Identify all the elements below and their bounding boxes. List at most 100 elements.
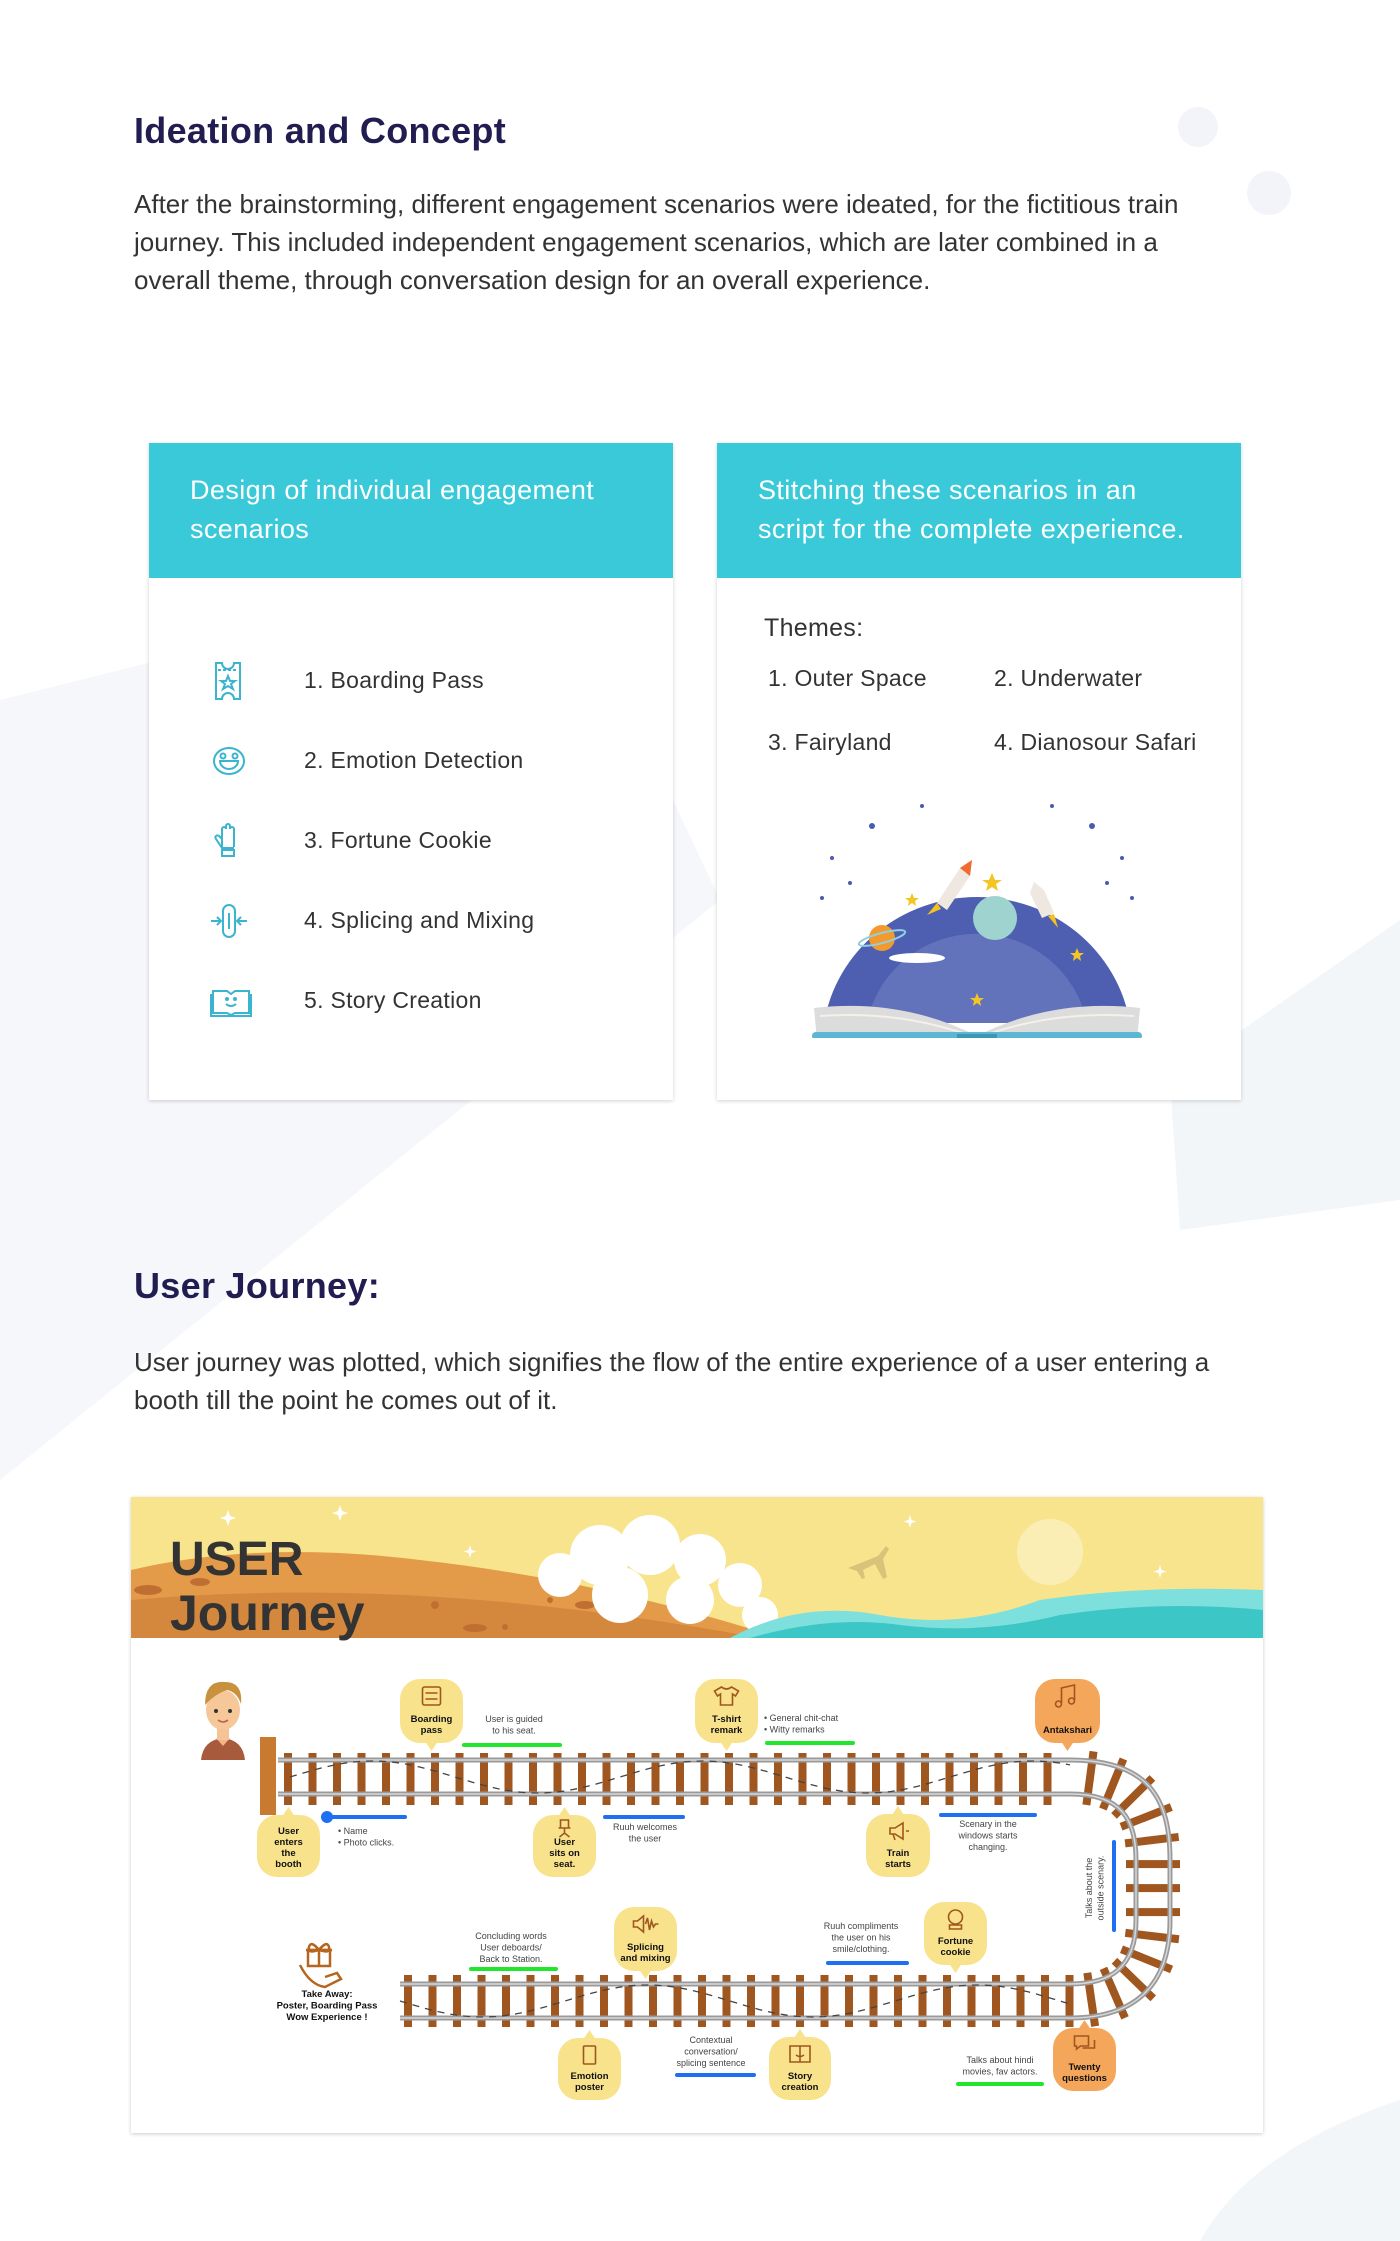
svg-text:Splicingand mixing: Splicing and mixing xyxy=(620,1942,670,1964)
note-line: Talks about the xyxy=(1084,1858,1094,1919)
svg-text:• General chit-chat• Witty rem: • General chit-chat • Witty remarks xyxy=(764,1713,839,1735)
user-avatar xyxy=(201,1681,245,1760)
step-label: Splicing xyxy=(627,1942,664,1953)
svg-text:Concluding wordsUser deboards/: Concluding words User deboards/Back to St… xyxy=(475,1931,547,1964)
step-label: booth xyxy=(275,1859,302,1870)
journey-step-bubble: User sits on seat. xyxy=(533,1807,596,1877)
scenario-label: 5. Story Creation xyxy=(304,987,482,1013)
journey-step-bubble: Splicing and mixing xyxy=(614,1907,677,1979)
journey-note: User is guided to his seat. xyxy=(462,1714,562,1747)
svg-text:Fortunecookie: Fortune cookie xyxy=(938,1936,973,1958)
note-line: Ruuh welcomes xyxy=(613,1822,678,1832)
step-label: seat. xyxy=(554,1859,576,1870)
step-label: Boarding xyxy=(411,1714,453,1725)
step-label: Fortune xyxy=(938,1936,973,1947)
scenario-label: 4. Splicing and Mixing xyxy=(304,907,535,933)
step-label: enters xyxy=(274,1837,303,1848)
ticket-icon xyxy=(215,662,241,700)
svg-text:Emotionposter: Emotion poster xyxy=(571,2071,609,2093)
svg-text:Ruuh welcomesthe user: Ruuh welcomes the user xyxy=(613,1822,678,1844)
note-line: movies, fav actors. xyxy=(962,2067,1037,2077)
theme-item: 3. Fairyland xyxy=(768,729,892,755)
section-title-ideation: Ideation and Concept xyxy=(134,110,507,151)
scenario-item: 3. Fortune Cookie xyxy=(149,821,673,861)
step-label: Emotion xyxy=(571,2071,609,2082)
journey-title-line2: Journey xyxy=(170,1585,365,1641)
svg-text:Twentyquestions: Twenty questions xyxy=(1062,2062,1107,2084)
book-icon xyxy=(210,990,252,1017)
svg-text:• Name• Photo clicks.: • Name • Photo clicks. xyxy=(338,1826,394,1848)
engagement-scenarios-card: Design of individual engagement scenario… xyxy=(149,443,673,1100)
start-marker xyxy=(321,1811,333,1823)
scenario-label: 2. Emotion Detection xyxy=(304,747,524,773)
svg-text:Trainstarts: Train starts xyxy=(885,1848,911,1870)
themes-card: Stitching these scenarios in an script f… xyxy=(717,443,1241,1100)
note-line: the user xyxy=(629,1834,662,1844)
note-line: Back to Station. xyxy=(479,1954,542,1964)
note-line: Take Away: xyxy=(301,1989,352,2000)
note-line: Talks about hindi xyxy=(966,2055,1033,2065)
hand-icon xyxy=(214,823,235,857)
note-line: Ruuh compliments xyxy=(824,1921,899,1931)
note-line: smile/clothing. xyxy=(832,1944,889,1954)
railway-track xyxy=(278,1750,1180,2027)
note-line: • Name xyxy=(338,1826,368,1836)
journey-note: Contextual conversation/splicing sentence xyxy=(675,2035,756,2077)
note-line: • General chit-chat xyxy=(764,1713,839,1723)
journey-note: • Name • Photo clicks. xyxy=(321,1811,407,1848)
journey-step-bubble: Fortune cookie xyxy=(924,1902,987,1973)
ideation-paragraph: After the brainstorming, different engag… xyxy=(134,189,1179,295)
scenario-item: 2. Emotion Detection xyxy=(149,741,673,781)
note-line: Concluding words xyxy=(475,1931,547,1941)
journey-diagram: USER Journey User is guided to his seat. •… xyxy=(131,1497,1263,2100)
card-header: Stitching these scenarios in an script f… xyxy=(717,443,1241,578)
step-label: Twenty xyxy=(1068,2062,1101,2073)
step-label: Antakshari xyxy=(1043,1725,1092,1736)
theme-item: 1. Outer Space xyxy=(768,665,927,691)
journey-note: Ruuh compliments the user on his smile/clo… xyxy=(824,1921,909,1965)
svg-text:Talks about hindimovies, fav a: Talks about hindi movies, fav actors. xyxy=(962,2055,1037,2077)
user-journey-map: USER Journey User is guided to his seat. •… xyxy=(131,1497,1263,2133)
step-label: remark xyxy=(711,1725,743,1736)
svg-text:Contextualconversation/splicin: Contextual conversation/splicing sentence xyxy=(676,2035,745,2068)
svg-text:User is guidedto his seat.: User is guided to his seat. xyxy=(485,1714,543,1736)
note-line: to his seat. xyxy=(492,1726,536,1736)
journey-step-bubble: User enters the booth xyxy=(257,1807,320,1877)
journey-step-bubble: Story creation xyxy=(769,2029,831,2100)
note-line: User is guided xyxy=(485,1714,543,1724)
note-line: outside scenary. xyxy=(1096,1856,1106,1921)
scenario-item: 1. Boarding Pass xyxy=(149,661,673,701)
theme-item: 4. Dianosour Safari xyxy=(994,729,1197,755)
note-line: the user on his xyxy=(831,1933,891,1943)
step-label: starts xyxy=(885,1859,911,1870)
svg-text:Ruuh complimentsthe user on hi: Ruuh compliments the user on his smile/clo… xyxy=(824,1921,899,1954)
journey-note: Talks about hindi movies, fav actors. xyxy=(956,2055,1044,2086)
journey-note: Ruuh welcomes the user xyxy=(603,1815,685,1844)
journey-steps: Boarding passT-shirt remark AntakshariUser e… xyxy=(257,1679,1116,2100)
note-line: changing. xyxy=(968,1842,1007,1852)
note-line: splicing sentence xyxy=(676,2058,745,2068)
note-line: User deboards/ xyxy=(480,1943,542,1953)
step-label: the xyxy=(281,1848,295,1859)
step-label: cookie xyxy=(940,1947,970,1958)
note-line: conversation/ xyxy=(684,2047,738,2057)
journey-note: Scenary in the windows starts changing. xyxy=(939,1813,1037,1852)
step-label: User xyxy=(278,1826,299,1837)
note-line: Scenary in the xyxy=(959,1819,1017,1829)
journey-note: Talks about the outside scenary. xyxy=(1084,1840,1116,1932)
step-label: User xyxy=(554,1837,575,1848)
step-label: Train xyxy=(887,1848,910,1859)
svg-text:Scenary in thewindows startsch: Scenary in the windows starts changing. xyxy=(957,1819,1018,1852)
journey-notes: User is guided to his seat. • General chit… xyxy=(277,1713,1116,2086)
step-label: creation xyxy=(782,2082,819,2093)
themes-label: Themes: xyxy=(764,614,864,642)
step-label: poster xyxy=(575,2082,604,2093)
scenario-item: 5. Story Creation xyxy=(149,981,673,1021)
step-label: T-shirt xyxy=(712,1714,742,1725)
journey-step-bubble: T-shirt remark xyxy=(695,1679,758,1751)
svg-text:T-shirtremark: T-shirt remark xyxy=(711,1714,743,1736)
note-line: Contextual xyxy=(689,2035,732,2045)
station-post xyxy=(260,1737,276,1815)
scenario-label: 1. Boarding Pass xyxy=(304,667,484,693)
svg-text:Take Away:Poster, Boarding Pas: Take Away: Poster, Boarding Pass Wow Exper… xyxy=(277,1989,378,2023)
